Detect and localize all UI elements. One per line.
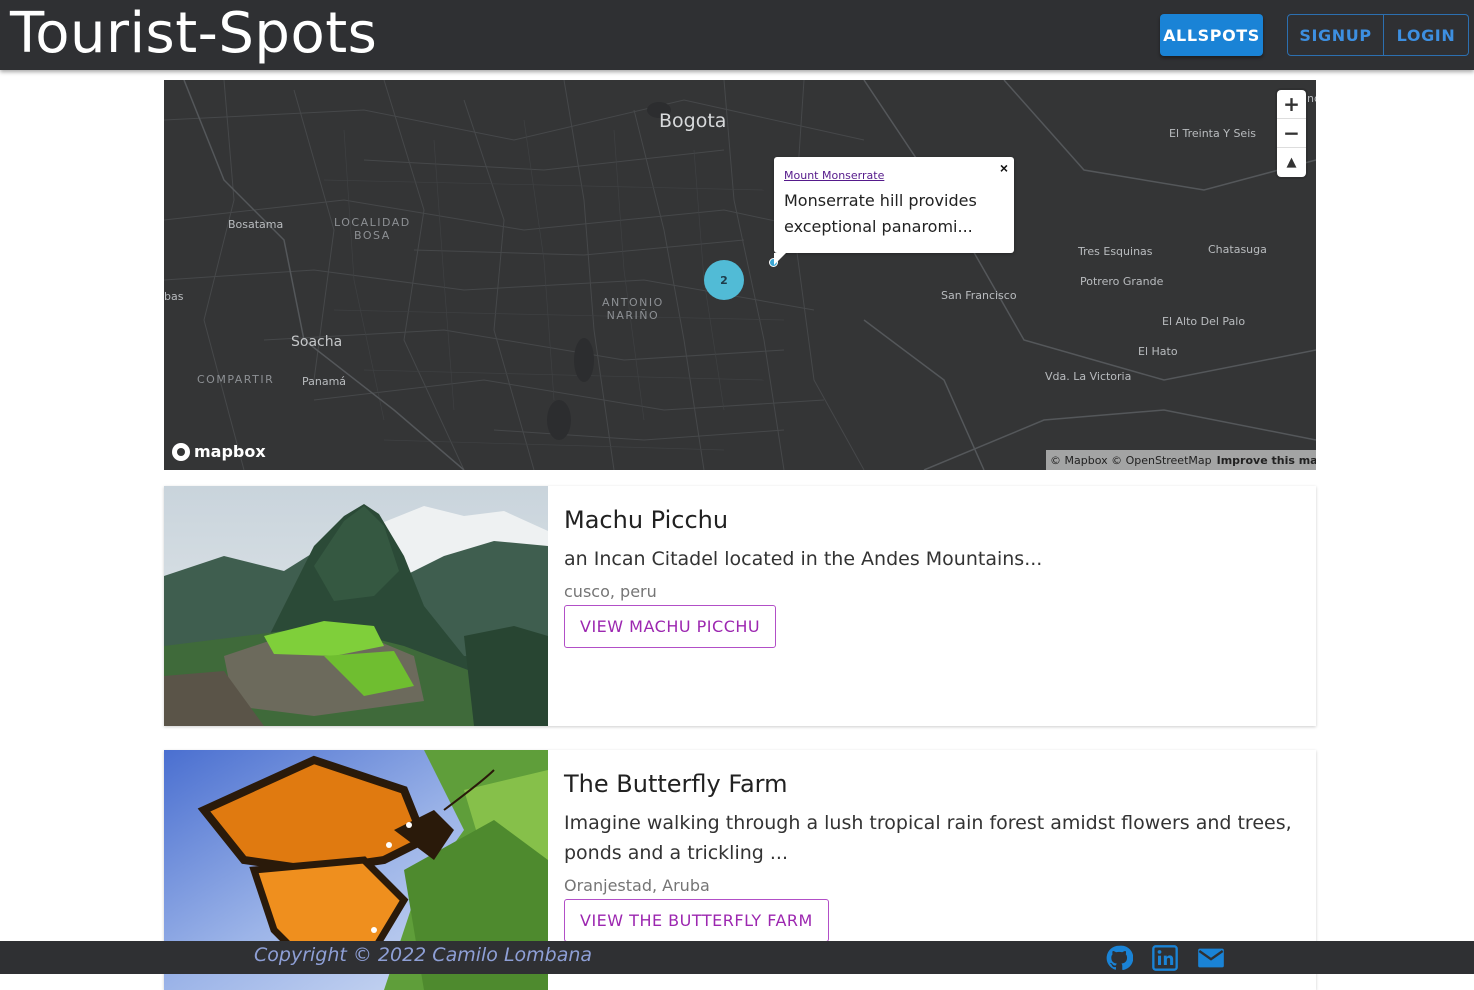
copyright-text: Copyright © 2022 Camilo Lombana (254, 944, 593, 966)
spot-card-body: The Butterfly Farm Imagine walking throu… (564, 770, 1296, 942)
attribution-text[interactable]: © Mapbox © OpenStreetMap (1050, 454, 1212, 467)
login-button[interactable]: LOGIN (1384, 14, 1469, 56)
spot-image (164, 486, 548, 726)
map-label-chatasuga: Chatasuga (1208, 243, 1267, 256)
allspots-button[interactable]: ALLSPOTS (1160, 14, 1263, 56)
map-label-localidad: LOCALIDAD (334, 216, 411, 229)
github-icon[interactable] (1105, 944, 1133, 972)
map-label-bosa: BOSA (354, 229, 391, 242)
mapbox-logo-text: mapbox (194, 442, 266, 461)
map-label-nd: nd (1307, 92, 1316, 105)
map-label-bosatama: Bosatama (228, 218, 284, 231)
spot-title: Machu Picchu (564, 506, 729, 534)
map-label-compartir: COMPARTIR (197, 373, 275, 386)
spot-title: The Butterfly Farm (564, 770, 788, 798)
brand-title[interactable]: Tourist-Spots (10, 2, 377, 66)
map-label-bogota: Bogota (659, 110, 727, 132)
map-label-el-alto-del-palo: El Alto Del Palo (1162, 315, 1246, 328)
marker-cluster[interactable]: 2 (704, 260, 744, 300)
map-label-bas: bas (164, 290, 184, 303)
compass-reset-button[interactable]: ▲ (1277, 148, 1306, 177)
spot-location: cusco, peru (564, 582, 657, 601)
spot-description: Imagine walking through a lush tropical … (564, 812, 1292, 864)
map-label-narino: NARIÑO (606, 309, 660, 322)
spot-card-body: Machu Picchu an Incan Citadel located in… (564, 506, 1296, 648)
spot-description: an Incan Citadel located in the Andes Mo… (564, 548, 1043, 570)
linkedin-icon[interactable] (1151, 944, 1179, 972)
map-popup: × Mount Monserrate Monserrate hill provi… (774, 157, 1014, 265)
map-label-tres-esquinas: Tres Esquinas (1078, 245, 1153, 258)
spot-card: Machu Picchu an Incan Citadel located in… (164, 486, 1316, 726)
zoom-in-button[interactable]: + (1277, 90, 1306, 119)
map-label-potrero-grande: Potrero Grande (1080, 275, 1164, 288)
map-navigation-control: + − ▲ (1277, 90, 1306, 177)
map-label-antonio-narino: ANTONIO NARIÑO (602, 296, 664, 322)
map-label-el-hato: El Hato (1138, 345, 1178, 358)
map-label-el-treinta: El Treinta Y Seis (1169, 127, 1256, 140)
map-label-panama: Panamá (302, 375, 347, 388)
view-spot-button[interactable]: VIEW MACHU PICCHU (564, 605, 777, 648)
mail-icon[interactable] (1197, 944, 1225, 972)
cluster-map[interactable]: Bogota El Treinta Y Seis nd Bosatama LOC… (164, 80, 1316, 470)
footer: Copyright © 2022 Camilo Lombana (0, 941, 1474, 974)
popup-spot-link[interactable]: Mount Monserrate (784, 169, 1004, 182)
spot-location: Oranjestad, Aruba (564, 876, 710, 895)
map-label-antonio: ANTONIO (602, 296, 664, 309)
view-spot-button[interactable]: VIEW THE BUTTERFLY FARM (564, 899, 829, 942)
improve-map-link[interactable]: Improve this map (1217, 454, 1316, 467)
signup-button[interactable]: SIGNUP (1287, 14, 1384, 56)
map-attribution: © Mapbox © OpenStreetMap Improve this ma… (1046, 450, 1316, 470)
map-label-san-francisco: San Francisco (941, 289, 1017, 302)
popup-description: Monserrate hill provides exceptional pan… (784, 191, 977, 236)
map-label-soacha: Soacha (291, 334, 343, 350)
mapbox-logo-icon (172, 442, 190, 461)
map-label-vda-la-victoria: Vda. La Victoria (1045, 370, 1132, 383)
zoom-out-button[interactable]: − (1277, 119, 1306, 148)
machu-picchu-photo (164, 486, 548, 726)
popup-close-button[interactable]: × (1000, 160, 1008, 176)
map-label-localidad-bosa: LOCALIDAD BOSA (334, 216, 411, 242)
mapbox-logo[interactable]: mapbox (172, 442, 266, 461)
top-navbar: Tourist-Spots ALLSPOTS SIGNUP LOGIN (0, 0, 1474, 70)
